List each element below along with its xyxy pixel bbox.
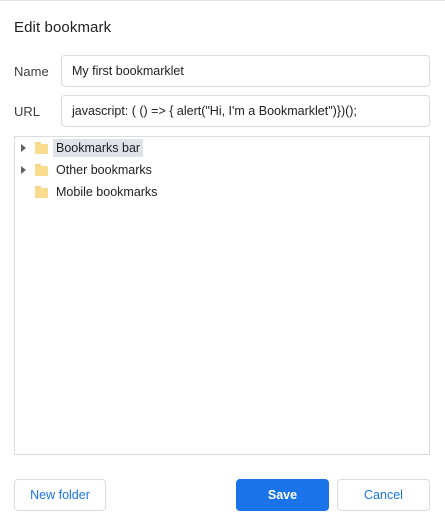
save-button[interactable]: Save	[236, 479, 329, 511]
name-label: Name	[14, 64, 49, 79]
tree-item-label: Mobile bookmarks	[56, 185, 158, 199]
folder-icon	[35, 164, 48, 176]
dialog-title: Edit bookmark	[14, 19, 112, 36]
name-field[interactable]: My first bookmarklet	[61, 55, 430, 87]
top-divider	[0, 0, 445, 1]
expand-arrow-icon[interactable]	[21, 144, 26, 152]
tree-item-label: Other bookmarks	[56, 163, 152, 177]
expand-arrow-icon[interactable]	[21, 166, 26, 174]
folder-icon	[35, 186, 48, 198]
folder-icon	[35, 142, 48, 154]
url-field[interactable]: javascript: ( () => { alert("Hi, I'm a B…	[61, 95, 430, 127]
new-folder-button[interactable]: New folder	[14, 479, 106, 511]
folder-tree[interactable]: Bookmarks bar Other bookmarks Mobile boo…	[14, 136, 430, 455]
url-label: URL	[14, 104, 41, 119]
edit-bookmark-dialog: Edit bookmark Name My first bookmarklet …	[0, 0, 445, 526]
tree-item-label: Bookmarks bar	[53, 139, 144, 157]
cancel-button[interactable]: Cancel	[337, 479, 430, 511]
